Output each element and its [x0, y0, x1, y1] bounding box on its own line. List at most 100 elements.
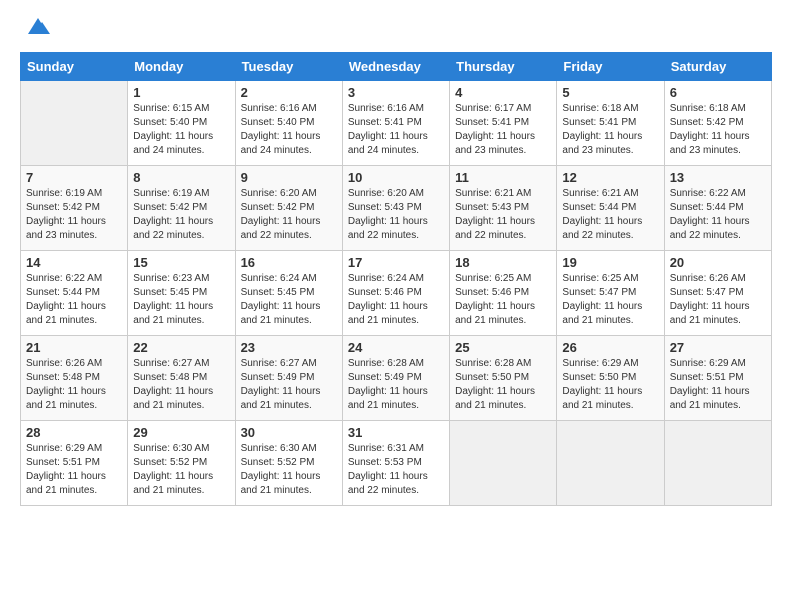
day-info: Sunrise: 6:17 AM Sunset: 5:41 PM Dayligh…	[455, 102, 551, 158]
calendar-cell: 4 Sunrise: 6:17 AM Sunset: 5:41 PM Daylig…	[450, 81, 557, 166]
day-info: Sunrise: 6:21 AM Sunset: 5:43 PM Dayligh…	[455, 187, 551, 243]
day-info: Sunrise: 6:24 AM Sunset: 5:45 PM Dayligh…	[241, 272, 337, 328]
day-number: 15	[133, 255, 229, 270]
calendar-week-row: 14 Sunrise: 6:22 AM Sunset: 5:44 PM Dayli…	[21, 251, 772, 336]
day-number: 31	[348, 425, 444, 440]
calendar-cell: 20 Sunrise: 6:26 AM Sunset: 5:47 PM Dayli…	[664, 251, 771, 336]
day-number: 2	[241, 85, 337, 100]
calendar-cell: 23 Sunrise: 6:27 AM Sunset: 5:49 PM Dayli…	[235, 336, 342, 421]
calendar-table: SundayMondayTuesdayWednesdayThursdayFrid…	[20, 52, 772, 506]
header-day-wednesday: Wednesday	[342, 53, 449, 81]
day-number: 6	[670, 85, 766, 100]
logo	[20, 20, 52, 36]
header-day-tuesday: Tuesday	[235, 53, 342, 81]
calendar-cell: 2 Sunrise: 6:16 AM Sunset: 5:40 PM Daylig…	[235, 81, 342, 166]
header-day-sunday: Sunday	[21, 53, 128, 81]
calendar-cell: 15 Sunrise: 6:23 AM Sunset: 5:45 PM Dayli…	[128, 251, 235, 336]
day-number: 26	[562, 340, 658, 355]
day-info: Sunrise: 6:22 AM Sunset: 5:44 PM Dayligh…	[26, 272, 122, 328]
day-info: Sunrise: 6:20 AM Sunset: 5:42 PM Dayligh…	[241, 187, 337, 243]
day-info: Sunrise: 6:18 AM Sunset: 5:42 PM Dayligh…	[670, 102, 766, 158]
calendar-cell: 7 Sunrise: 6:19 AM Sunset: 5:42 PM Daylig…	[21, 166, 128, 251]
day-number: 13	[670, 170, 766, 185]
day-info: Sunrise: 6:26 AM Sunset: 5:47 PM Dayligh…	[670, 272, 766, 328]
day-number: 23	[241, 340, 337, 355]
day-number: 10	[348, 170, 444, 185]
calendar-cell: 5 Sunrise: 6:18 AM Sunset: 5:41 PM Daylig…	[557, 81, 664, 166]
calendar-header-row: SundayMondayTuesdayWednesdayThursdayFrid…	[21, 53, 772, 81]
day-info: Sunrise: 6:16 AM Sunset: 5:41 PM Dayligh…	[348, 102, 444, 158]
day-info: Sunrise: 6:29 AM Sunset: 5:51 PM Dayligh…	[26, 442, 122, 498]
day-number: 17	[348, 255, 444, 270]
day-info: Sunrise: 6:28 AM Sunset: 5:49 PM Dayligh…	[348, 357, 444, 413]
calendar-cell	[557, 421, 664, 506]
calendar-cell: 13Sunrise: 6:22 AM Sunset: 5:44 PM Dayli…	[664, 166, 771, 251]
day-number: 22	[133, 340, 229, 355]
day-number: 18	[455, 255, 551, 270]
calendar-cell: 16 Sunrise: 6:24 AM Sunset: 5:45 PM Dayli…	[235, 251, 342, 336]
calendar-cell	[664, 421, 771, 506]
calendar-cell: 21 Sunrise: 6:26 AM Sunset: 5:48 PM Dayli…	[21, 336, 128, 421]
header-day-thursday: Thursday	[450, 53, 557, 81]
day-info: Sunrise: 6:23 AM Sunset: 5:45 PM Dayligh…	[133, 272, 229, 328]
logo-icon	[24, 16, 52, 36]
day-info: Sunrise: 6:18 AM Sunset: 5:41 PM Dayligh…	[562, 102, 658, 158]
calendar-cell: 31Sunrise: 6:31 AM Sunset: 5:53 PM Dayli…	[342, 421, 449, 506]
header-day-monday: Monday	[128, 53, 235, 81]
day-info: Sunrise: 6:29 AM Sunset: 5:51 PM Dayligh…	[670, 357, 766, 413]
day-number: 21	[26, 340, 122, 355]
calendar-week-row: 28 Sunrise: 6:29 AM Sunset: 5:51 PM Dayli…	[21, 421, 772, 506]
calendar-cell: 19 Sunrise: 6:25 AM Sunset: 5:47 PM Dayli…	[557, 251, 664, 336]
calendar-cell	[21, 81, 128, 166]
day-number: 1	[133, 85, 229, 100]
calendar-cell: 30 Sunrise: 6:30 AM Sunset: 5:52 PM Dayli…	[235, 421, 342, 506]
day-number: 7	[26, 170, 122, 185]
day-info: Sunrise: 6:25 AM Sunset: 5:46 PM Dayligh…	[455, 272, 551, 328]
calendar-cell: 28 Sunrise: 6:29 AM Sunset: 5:51 PM Dayli…	[21, 421, 128, 506]
calendar-cell: 18 Sunrise: 6:25 AM Sunset: 5:46 PM Dayli…	[450, 251, 557, 336]
day-info: Sunrise: 6:15 AM Sunset: 5:40 PM Dayligh…	[133, 102, 229, 158]
day-number: 12	[562, 170, 658, 185]
day-number: 20	[670, 255, 766, 270]
day-number: 29	[133, 425, 229, 440]
day-info: Sunrise: 6:26 AM Sunset: 5:48 PM Dayligh…	[26, 357, 122, 413]
calendar-cell: 27 Sunrise: 6:29 AM Sunset: 5:51 PM Dayli…	[664, 336, 771, 421]
header-day-friday: Friday	[557, 53, 664, 81]
day-number: 4	[455, 85, 551, 100]
calendar-cell: 1 Sunrise: 6:15 AM Sunset: 5:40 PM Daylig…	[128, 81, 235, 166]
day-info: Sunrise: 6:19 AM Sunset: 5:42 PM Dayligh…	[133, 187, 229, 243]
day-info: Sunrise: 6:16 AM Sunset: 5:40 PM Dayligh…	[241, 102, 337, 158]
calendar-week-row: 21 Sunrise: 6:26 AM Sunset: 5:48 PM Dayli…	[21, 336, 772, 421]
calendar-cell: 8Sunrise: 6:19 AM Sunset: 5:42 PM Daylig…	[128, 166, 235, 251]
day-number: 30	[241, 425, 337, 440]
day-info: Sunrise: 6:21 AM Sunset: 5:44 PM Dayligh…	[562, 187, 658, 243]
calendar-week-row: 7 Sunrise: 6:19 AM Sunset: 5:42 PM Daylig…	[21, 166, 772, 251]
day-number: 5	[562, 85, 658, 100]
calendar-cell: 26 Sunrise: 6:29 AM Sunset: 5:50 PM Dayli…	[557, 336, 664, 421]
day-info: Sunrise: 6:25 AM Sunset: 5:47 PM Dayligh…	[562, 272, 658, 328]
calendar-cell: 6 Sunrise: 6:18 AM Sunset: 5:42 PM Daylig…	[664, 81, 771, 166]
calendar-cell: 3 Sunrise: 6:16 AM Sunset: 5:41 PM Daylig…	[342, 81, 449, 166]
day-number: 24	[348, 340, 444, 355]
day-info: Sunrise: 6:30 AM Sunset: 5:52 PM Dayligh…	[241, 442, 337, 498]
day-info: Sunrise: 6:24 AM Sunset: 5:46 PM Dayligh…	[348, 272, 444, 328]
day-info: Sunrise: 6:27 AM Sunset: 5:49 PM Dayligh…	[241, 357, 337, 413]
day-number: 3	[348, 85, 444, 100]
calendar-cell: 29Sunrise: 6:30 AM Sunset: 5:52 PM Dayli…	[128, 421, 235, 506]
day-info: Sunrise: 6:27 AM Sunset: 5:48 PM Dayligh…	[133, 357, 229, 413]
day-number: 16	[241, 255, 337, 270]
day-info: Sunrise: 6:29 AM Sunset: 5:50 PM Dayligh…	[562, 357, 658, 413]
day-info: Sunrise: 6:28 AM Sunset: 5:50 PM Dayligh…	[455, 357, 551, 413]
day-number: 27	[670, 340, 766, 355]
day-number: 28	[26, 425, 122, 440]
day-info: Sunrise: 6:19 AM Sunset: 5:42 PM Dayligh…	[26, 187, 122, 243]
day-number: 9	[241, 170, 337, 185]
day-number: 14	[26, 255, 122, 270]
calendar-cell	[450, 421, 557, 506]
calendar-cell: 9 Sunrise: 6:20 AM Sunset: 5:42 PM Daylig…	[235, 166, 342, 251]
calendar-cell: 14 Sunrise: 6:22 AM Sunset: 5:44 PM Dayli…	[21, 251, 128, 336]
calendar-cell: 17 Sunrise: 6:24 AM Sunset: 5:46 PM Dayli…	[342, 251, 449, 336]
day-number: 19	[562, 255, 658, 270]
day-number: 11	[455, 170, 551, 185]
page-header	[20, 20, 772, 36]
